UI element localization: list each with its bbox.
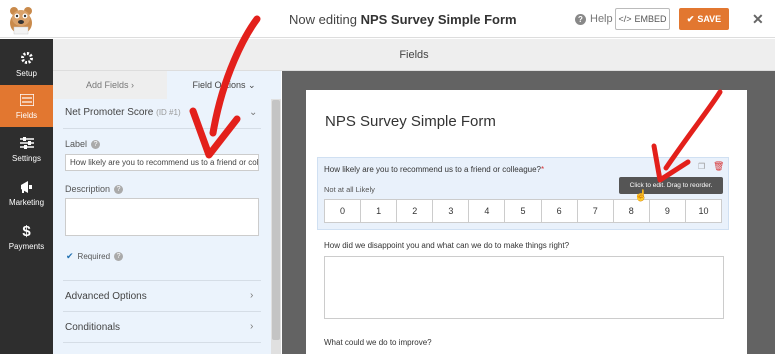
chevron-down-icon: ⌄ [248, 79, 256, 90]
code-icon: </> [618, 14, 632, 24]
panel-tabs: Add Fields › Field Options ⌄ [53, 71, 281, 99]
divider [63, 342, 261, 343]
check-icon: ✔ [686, 13, 695, 24]
description-textarea[interactable] [65, 198, 259, 236]
sidebar-label: Payments [8, 242, 45, 251]
chevron-down-icon[interactable]: ⌄ [249, 107, 257, 118]
description-caption: Description ? [65, 184, 124, 194]
tab-label: Add Fields [85, 80, 129, 90]
scale-option-5[interactable]: 5 [505, 200, 542, 222]
scale-option-3[interactable]: 3 [433, 200, 470, 222]
nps-question-label: How likely are you to recommend us to a … [324, 165, 544, 174]
question-2-textarea[interactable] [324, 256, 724, 319]
scale-low-label: Not at all Likely [324, 185, 375, 194]
save-button[interactable]: ✔ SAVE [679, 8, 729, 30]
sidebar-item-marketing[interactable]: Marketing [0, 172, 53, 214]
sliders-icon [19, 135, 35, 151]
divider [63, 128, 261, 129]
megaphone-icon [19, 179, 35, 195]
checkbox-checked-icon: ✔ [66, 251, 74, 261]
scale-option-1[interactable]: 1 [361, 200, 398, 222]
label-input[interactable]: How likely are you to recommend us to a … [65, 154, 259, 171]
dollar-icon: $ [22, 222, 31, 240]
sidebar-item-settings[interactable]: Settings [0, 128, 53, 170]
builder-sidebar: Setup Fields Settings Marketing $ Paymen… [0, 39, 53, 354]
scale-option-9[interactable]: 9 [650, 200, 686, 222]
chevron-right-icon[interactable]: › [250, 290, 253, 301]
embed-label: EMBED [634, 14, 667, 24]
form-name: NPS Survey Simple Form [360, 12, 517, 27]
divider [63, 311, 261, 312]
help-label: Help [590, 13, 613, 25]
question-3-label: What could we do to improve? [324, 338, 432, 347]
wpforms-logo [10, 7, 32, 35]
required-mark: * [541, 165, 545, 174]
description-caption-text: Description [65, 184, 111, 194]
field-id: (ID #1) [156, 108, 181, 117]
field-options-header[interactable]: Net Promoter Score (ID #1) [65, 107, 181, 118]
help-icon: ? [575, 13, 586, 25]
embed-button[interactable]: </> EMBED [615, 8, 670, 30]
close-icon[interactable]: ✕ [752, 11, 764, 28]
hand-cursor-icon: ☝ [634, 190, 648, 202]
scale-option-2[interactable]: 2 [397, 200, 434, 222]
sidebar-item-fields[interactable]: Fields [0, 85, 53, 127]
label-caption: Label ? [65, 139, 101, 149]
help-link[interactable]: ? Help [575, 13, 613, 25]
tab-field-options[interactable]: Field Options ⌄ [167, 71, 281, 99]
sidebar-label: Marketing [8, 198, 45, 207]
scale-option-8[interactable]: 8 [614, 200, 650, 222]
tab-label: Field Options [192, 80, 246, 90]
help-icon: ? [114, 184, 124, 194]
divider [63, 280, 261, 281]
duplicate-icon[interactable]: ❐ [698, 162, 705, 171]
advanced-options-toggle[interactable]: Advanced Options [65, 291, 147, 302]
scale-option-6[interactable]: 6 [542, 200, 578, 222]
page-title: Now editing NPS Survey Simple Form [289, 12, 517, 27]
fields-header: Fields [53, 39, 775, 71]
sidebar-label: Settings [12, 154, 41, 163]
title-prefix: Now editing [289, 12, 357, 27]
label-caption-text: Label [65, 139, 88, 149]
trash-icon[interactable]: 🗑 [713, 161, 724, 172]
sidebar-label: Setup [16, 69, 37, 78]
sidebar-label: Fields [15, 111, 38, 120]
top-bar: Now editing NPS Survey Simple Form ? Hel… [0, 0, 775, 38]
list-icon [19, 92, 35, 108]
scale-option-0[interactable]: 0 [325, 200, 362, 222]
question-2-label: How did we disappoint you and what can w… [324, 241, 570, 250]
form-title: NPS Survey Simple Form [325, 113, 496, 130]
options-scrollbar-thumb[interactable] [272, 100, 280, 340]
help-icon: ? [91, 139, 101, 149]
scale-option-4[interactable]: 4 [469, 200, 506, 222]
chevron-right-icon[interactable]: › [250, 321, 253, 332]
required-checkbox[interactable]: ✔ Required ? [66, 251, 124, 262]
nps-question-text: How likely are you to recommend us to a … [324, 165, 541, 174]
scale-option-10[interactable]: 10 [686, 200, 721, 222]
nps-scale: 0 1 2 3 4 5 6 7 8 9 10 [324, 199, 722, 223]
conditionals-toggle[interactable]: Conditionals [65, 322, 120, 333]
scale-option-7[interactable]: 7 [578, 200, 614, 222]
save-label: SAVE [697, 14, 722, 24]
help-icon: ? [114, 252, 124, 261]
gear-icon [19, 50, 35, 66]
sidebar-item-setup[interactable]: Setup [0, 43, 53, 85]
chevron-right-icon: › [131, 80, 135, 90]
sidebar-item-payments[interactable]: $ Payments [0, 216, 53, 258]
field-name: Net Promoter Score [65, 107, 154, 118]
tab-add-fields[interactable]: Add Fields › [53, 71, 167, 99]
required-label: Required [77, 252, 111, 261]
